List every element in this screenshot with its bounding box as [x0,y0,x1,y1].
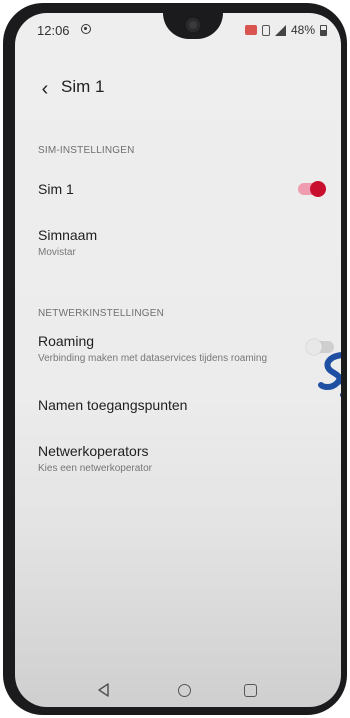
sim-name-row[interactable]: Simnaam Movistar [15,219,341,265]
status-time: 12:06 [37,23,70,38]
toggle-knob [310,181,326,197]
sim-name-label: Simnaam [38,227,98,243]
back-arrow-icon[interactable]: ‹ [31,75,59,103]
phone-body: 12:06 48% ‹ Sim 1 SIM-INSTELLINGEN Sim 1 [3,3,347,715]
sim-toggle-label: Sim 1 [38,181,74,197]
system-navigation-bar [15,675,341,707]
roaming-row[interactable]: Roaming Verbinding maken met dataservice… [15,327,341,373]
sim-name-value: Movistar [38,247,76,258]
screen: 12:06 48% ‹ Sim 1 SIM-INSTELLINGEN Sim 1 [15,13,341,707]
sim-toggle-row[interactable]: Sim 1 [15,171,341,207]
device-frame: 12:06 48% ‹ Sim 1 SIM-INSTELLINGEN Sim 1 [0,0,350,718]
triangle-back-icon[interactable] [97,683,111,697]
status-bar: 12:06 48% [15,13,341,51]
vibrate-icon [261,24,270,36]
access-points-label: Namen toegangspunten [38,397,188,413]
status-icons: 48% [244,23,327,37]
network-operators-label: Netwerkoperators [38,443,149,459]
circle-home-icon[interactable] [178,684,191,697]
network-operators-row[interactable]: Netwerkoperators Kies een netwerkoperato… [15,435,341,481]
signal-icon [274,24,286,36]
sim-toggle-switch[interactable] [298,181,326,197]
access-points-row[interactable]: Namen toegangspunten [15,389,341,423]
screen-record-icon [81,24,91,34]
watermark-logo-icon [318,352,341,397]
network-operators-description: Kies een netwerkoperator [38,463,152,474]
square-recent-icon[interactable] [244,684,257,697]
sim-alert-icon [244,25,257,35]
page-title: Sim 1 [61,77,105,96]
battery-icon [320,24,327,36]
app-bar: ‹ Sim 1 [15,71,341,111]
section-header-sim: SIM-INSTELLINGEN [38,145,135,156]
battery-percentage: 48% [290,23,315,37]
section-header-network: NETWERKINSTELLINGEN [38,308,165,319]
roaming-description: Verbinding maken met dataservices tijden… [38,353,268,364]
roaming-label: Roaming [38,333,95,349]
